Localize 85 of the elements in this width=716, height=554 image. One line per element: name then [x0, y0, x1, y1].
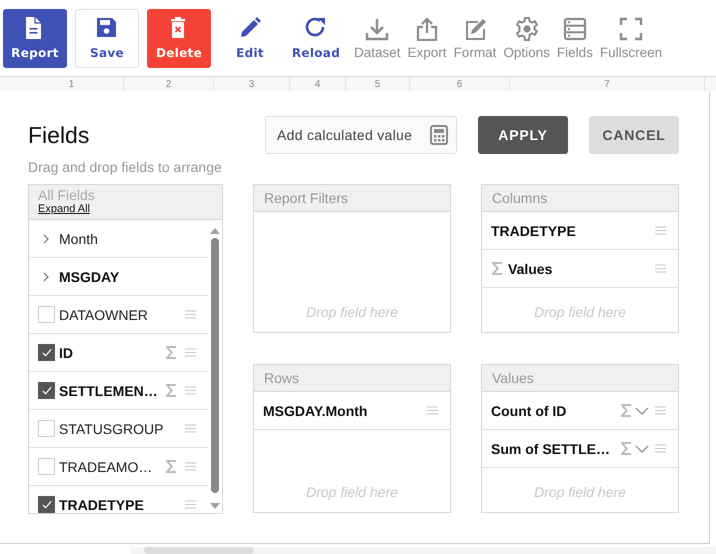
field-group-item[interactable]: MSGDAY [29, 258, 208, 296]
drag-handle-icon [185, 348, 196, 357]
expand-all-link[interactable]: Expand All [38, 203, 90, 215]
toolbar-button[interactable]: Report [3, 8, 67, 68]
apply-button[interactable]: APPLY [478, 116, 568, 154]
field-label: TRADEAMO… [59, 458, 152, 474]
toolbar-button[interactable]: Save [75, 8, 139, 68]
scroll-up-icon[interactable] [210, 228, 220, 234]
calculator-icon [430, 125, 448, 145]
drag-handle-icon [185, 310, 196, 319]
column-number: 3 [248, 78, 254, 90]
drag-handle-icon [655, 226, 666, 235]
zone-field-item[interactable]: MSGDAY.Month [254, 392, 450, 430]
toolbar-button[interactable]: Delete [147, 8, 211, 68]
drag-handle-icon [655, 444, 666, 453]
check-icon [40, 385, 52, 396]
field-label: MSGDAY [59, 268, 120, 284]
share-icon [415, 16, 440, 40]
drag-handle-icon [655, 264, 666, 273]
drag-handle-icon [185, 500, 196, 509]
pencil-icon [238, 16, 262, 40]
drag-handle-icon [185, 386, 196, 395]
zone-field-item[interactable]: Sum of SETTLE… [482, 430, 678, 468]
zone-header: Columns [482, 185, 678, 212]
drag-handle-icon [427, 406, 438, 415]
zone-field-item[interactable]: Values [482, 250, 678, 288]
column-number: 4 [314, 78, 320, 90]
field-label: SETTLEMEN… [59, 382, 158, 398]
dialog-title: Fields [28, 122, 90, 149]
field-label: MSGDAY.Month [263, 402, 368, 418]
zone-header: Rows [254, 365, 450, 392]
column-number: 1 [68, 78, 74, 90]
panel-title: All Fields [38, 187, 95, 203]
horizontal-scrollbar[interactable] [130, 547, 716, 554]
checkbox[interactable] [38, 496, 55, 513]
scroll-down-icon[interactable] [210, 503, 220, 509]
fullscreen-icon [619, 16, 644, 40]
zone-field-item[interactable]: TRADETYPE [482, 212, 678, 250]
field-label: ID [59, 344, 73, 360]
toolbar-button[interactable]: Reload [287, 8, 345, 68]
zone-header: Report Filters [254, 185, 450, 212]
field-label: Month [59, 230, 98, 246]
chevron-right-icon [43, 272, 49, 282]
field-label: Sum of SETTLE… [491, 440, 610, 456]
chevron-right-icon [43, 234, 49, 244]
field-item[interactable]: SETTLEMEN… [29, 372, 208, 410]
scroll-thumb[interactable] [144, 547, 254, 554]
dialog-subtitle: Drag and drop fields to arrange [28, 159, 222, 175]
chevron-down-icon [635, 406, 649, 414]
field-item[interactable]: DATAOWNER [29, 296, 208, 334]
zone-header: Values [482, 365, 678, 392]
list-icon [562, 16, 587, 40]
scroll-thumb[interactable] [211, 238, 219, 493]
column-number: 7 [604, 78, 610, 90]
download-icon [365, 16, 390, 40]
field-label: TRADETYPE [59, 496, 144, 512]
field-item[interactable]: STATUSGROUP [29, 410, 208, 448]
check-icon [40, 347, 52, 358]
drag-handle-icon [655, 406, 666, 415]
check-icon [40, 499, 52, 510]
gear-icon [514, 16, 539, 40]
chevron-down-icon [635, 444, 649, 452]
sigma-icon [491, 261, 503, 276]
field-label: TRADETYPE [491, 222, 576, 238]
drag-handle-icon [185, 424, 196, 433]
field-item[interactable]: TRADEAMO… [29, 448, 208, 486]
field-group-item[interactable]: Month [29, 220, 208, 258]
cancel-button[interactable]: CANCEL [589, 116, 679, 154]
column-number: 2 [166, 78, 172, 90]
field-item[interactable]: TRADETYPE [29, 486, 208, 513]
column-number: 6 [456, 78, 462, 90]
checkbox[interactable] [38, 344, 55, 361]
drag-handle-icon [185, 462, 196, 471]
add-calculated-value-button[interactable]: Add calculated value [265, 116, 457, 154]
field-label: Count of ID [491, 402, 566, 418]
column-number: 5 [374, 78, 380, 90]
zone-field-item[interactable]: Count of ID [482, 392, 678, 430]
field-item[interactable]: ID [29, 334, 208, 372]
field-label: STATUSGROUP [59, 420, 164, 436]
checkbox[interactable] [38, 382, 55, 399]
sigma-icon [620, 441, 632, 456]
sigma-icon [620, 403, 632, 418]
toolbar-button[interactable]: Edit [221, 8, 279, 68]
field-label: DATAOWNER [59, 306, 148, 322]
field-label: Values [508, 260, 552, 276]
